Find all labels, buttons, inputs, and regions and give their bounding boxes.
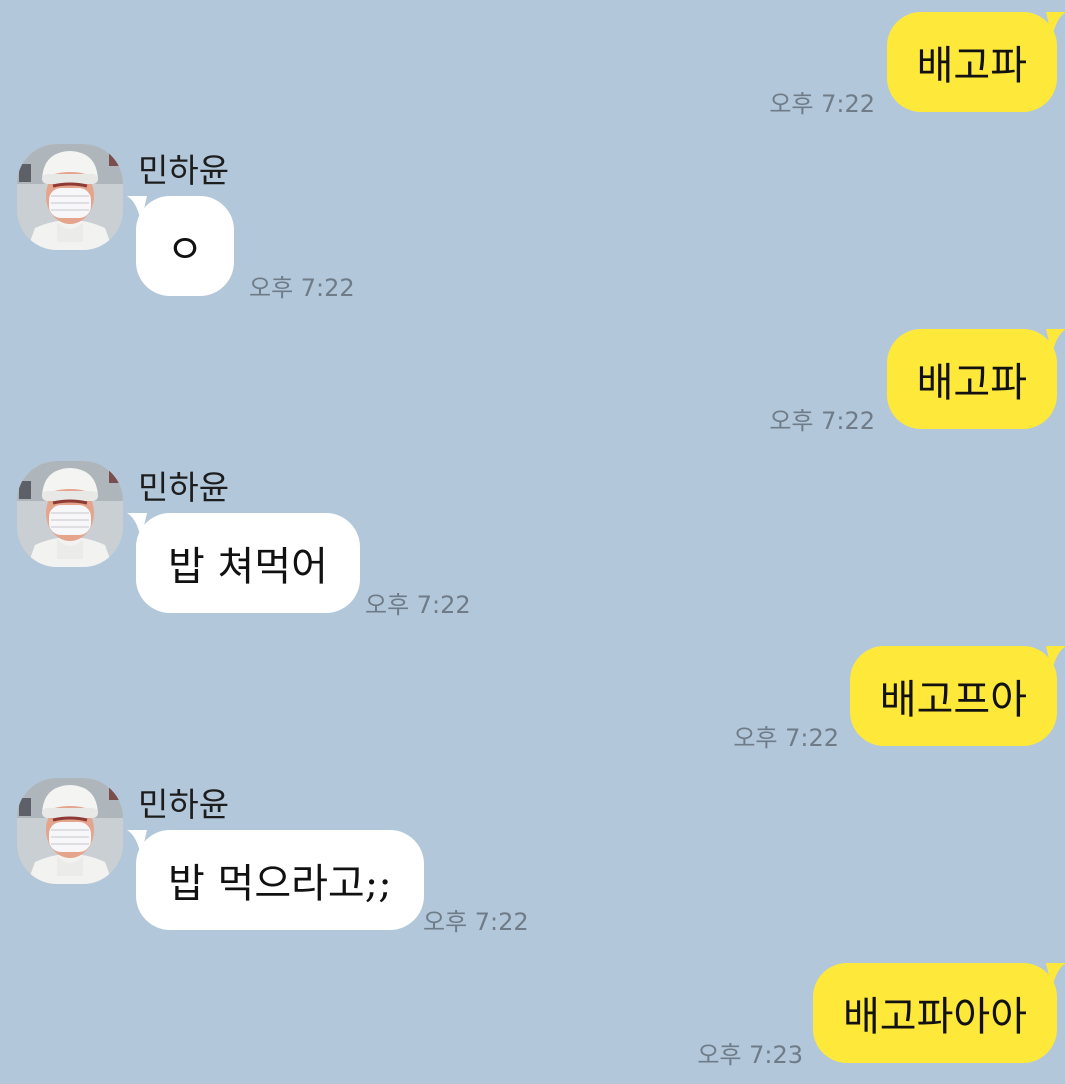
message-text: 배고파아아 bbox=[843, 994, 1027, 1040]
avatar[interactable] bbox=[17, 144, 123, 250]
bubble-tail-icon bbox=[127, 513, 147, 539]
message-text: 밥 쳐먹어 bbox=[168, 544, 328, 590]
message-text: 배고파 bbox=[916, 43, 1027, 89]
message-text: 밥 먹으라고;; bbox=[168, 861, 392, 907]
message-time: 오후 7:22 bbox=[249, 274, 355, 302]
bubble-tail-icon bbox=[1046, 12, 1065, 38]
sender-name: 민하윤 bbox=[138, 151, 230, 190]
message-text: 배고파 bbox=[916, 360, 1027, 406]
incoming-message-bubble[interactable]: 밥 쳐먹어 bbox=[136, 513, 360, 613]
message-time: 오후 7:22 bbox=[769, 407, 875, 435]
outgoing-message-bubble[interactable]: 배고파아아 bbox=[813, 963, 1057, 1063]
outgoing-message-bubble[interactable]: 배고프아 bbox=[849, 646, 1057, 746]
message-time: 오후 7:22 bbox=[769, 90, 875, 118]
outgoing-message-bubble[interactable]: 배고파 bbox=[886, 329, 1057, 429]
profile-photo-masked-person-icon bbox=[17, 461, 123, 567]
avatar[interactable] bbox=[17, 778, 123, 884]
incoming-message-bubble[interactable]: ㅇ bbox=[136, 196, 234, 296]
bubble-tail-icon bbox=[1046, 963, 1065, 989]
bubble-tail-icon bbox=[1046, 646, 1065, 672]
profile-photo-masked-person-icon bbox=[17, 144, 123, 250]
avatar[interactable] bbox=[17, 461, 123, 567]
message-time: 오후 7:22 bbox=[733, 724, 839, 752]
message-time: 오후 7:23 bbox=[697, 1041, 803, 1069]
incoming-message-bubble[interactable]: 밥 먹으라고;; bbox=[136, 830, 424, 930]
bubble-tail-icon bbox=[1046, 329, 1065, 355]
message-time: 오후 7:22 bbox=[423, 908, 529, 936]
bubble-tail-icon bbox=[127, 196, 147, 222]
profile-photo-masked-person-icon bbox=[17, 778, 123, 884]
message-time: 오후 7:22 bbox=[365, 591, 471, 619]
bubble-tail-icon bbox=[127, 830, 147, 856]
sender-name: 민하윤 bbox=[138, 468, 230, 507]
message-text: ㅇ bbox=[166, 227, 204, 273]
sender-name: 민하윤 bbox=[138, 785, 230, 824]
message-text: 배고프아 bbox=[879, 677, 1027, 723]
outgoing-message-bubble[interactable]: 배고파 bbox=[886, 12, 1057, 112]
